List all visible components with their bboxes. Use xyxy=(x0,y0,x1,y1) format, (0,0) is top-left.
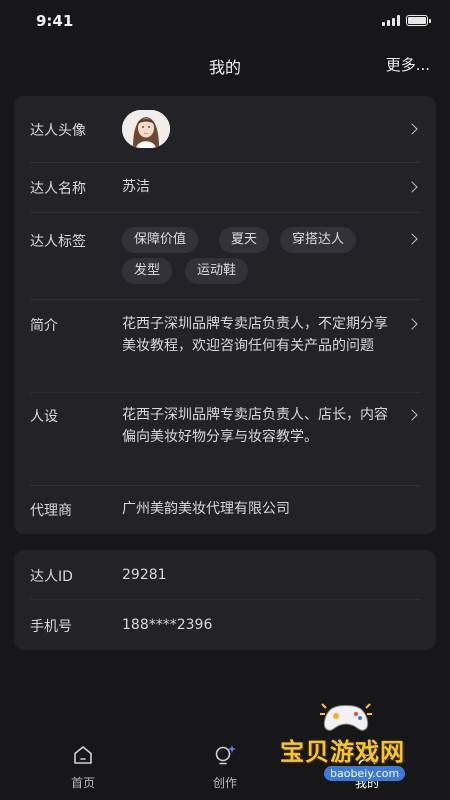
chevron-right-icon xyxy=(406,409,418,421)
persona-value: 花西子深圳品牌专卖店负责人、店长，内容偏向美妆好物分享与妆容教学。 xyxy=(122,407,388,445)
status-icons xyxy=(382,15,431,26)
tags-label: 达人标签 xyxy=(30,234,86,250)
tag-chip[interactable]: 穿搭达人 xyxy=(280,227,357,253)
name-label: 达人名称 xyxy=(30,181,86,197)
tab-home-label: 首页 xyxy=(70,776,95,790)
tag-chip[interactable]: 保障价值 xyxy=(122,227,199,253)
avatar-label: 达人头像 xyxy=(30,123,86,139)
battery-icon xyxy=(406,15,431,26)
id-row: 达人ID 29281 xyxy=(14,550,436,600)
nav-bar: 我的 更多... xyxy=(0,44,450,84)
tags-row[interactable]: 达人标签 保障价值 夏天 穿搭达人 发型 运动鞋 xyxy=(14,213,436,299)
id-label: 达人ID xyxy=(30,569,73,585)
watermark-logo: 宝贝游戏网 baobeiy.com xyxy=(272,700,422,790)
phone-value: 188****2396 xyxy=(122,617,213,633)
tag-chip[interactable]: 运动鞋 xyxy=(185,258,249,284)
agency-value: 广州美韵美妆代理有限公司 xyxy=(122,501,290,517)
watermark-title: 宝贝游戏网 xyxy=(280,738,405,766)
intro-value: 花西子深圳品牌专卖店负责人，不定期分享美妆教程，欢迎咨询任何有关产品的问题 xyxy=(122,316,388,354)
name-value: 苏洁 xyxy=(122,179,150,195)
avatar xyxy=(122,110,170,148)
gamepad-icon xyxy=(320,703,372,731)
persona-label: 人设 xyxy=(30,409,58,425)
signal-icon xyxy=(382,15,400,26)
phone-label: 手机号 xyxy=(30,619,72,635)
avatar-row[interactable]: 达人头像 xyxy=(14,96,436,162)
id-value: 29281 xyxy=(122,567,167,583)
status-time: 9:41 xyxy=(36,12,74,30)
chevron-right-icon xyxy=(406,123,418,135)
tab-home[interactable]: 首页 xyxy=(53,744,113,791)
chevron-right-icon xyxy=(406,181,418,193)
avatar-portrait-icon xyxy=(122,110,170,148)
agency-row: 代理商 广州美韵美妆代理有限公司 xyxy=(14,486,436,534)
page-title: 我的 xyxy=(208,58,241,77)
intro-label: 简介 xyxy=(30,318,58,334)
name-row[interactable]: 达人名称 苏洁 xyxy=(14,163,436,211)
status-bar: 9:41 xyxy=(0,0,450,44)
lightbulb-sparkle-icon xyxy=(215,745,236,765)
tab-create-label: 创作 xyxy=(212,776,237,790)
persona-row[interactable]: 人设 花西子深圳品牌专卖店负责人、店长，内容偏向美妆好物分享与妆容教学。 xyxy=(14,393,436,485)
more-button[interactable]: 更多... xyxy=(386,54,430,75)
tab-create[interactable]: 创作 xyxy=(195,744,255,791)
chevron-right-icon xyxy=(406,233,418,245)
agency-label: 代理商 xyxy=(30,503,72,519)
intro-row[interactable]: 简介 花西子深圳品牌专卖店负责人，不定期分享美妆教程，欢迎咨询任何有关产品的问题 xyxy=(14,300,436,392)
chevron-right-icon xyxy=(406,318,418,330)
profile-card: 达人头像 达人名称 苏洁 达人标签 保障价值 夏天 穿搭达人 发型 运动鞋 简介… xyxy=(14,96,436,534)
watermark-url: baobeiy.com xyxy=(324,766,406,781)
home-icon xyxy=(74,746,92,764)
account-card: 达人ID 29281 手机号 188****2396 xyxy=(14,550,436,650)
phone-row: 手机号 188****2396 xyxy=(14,600,436,650)
tag-chip[interactable]: 夏天 xyxy=(219,227,270,253)
tag-chip[interactable]: 发型 xyxy=(122,258,173,284)
